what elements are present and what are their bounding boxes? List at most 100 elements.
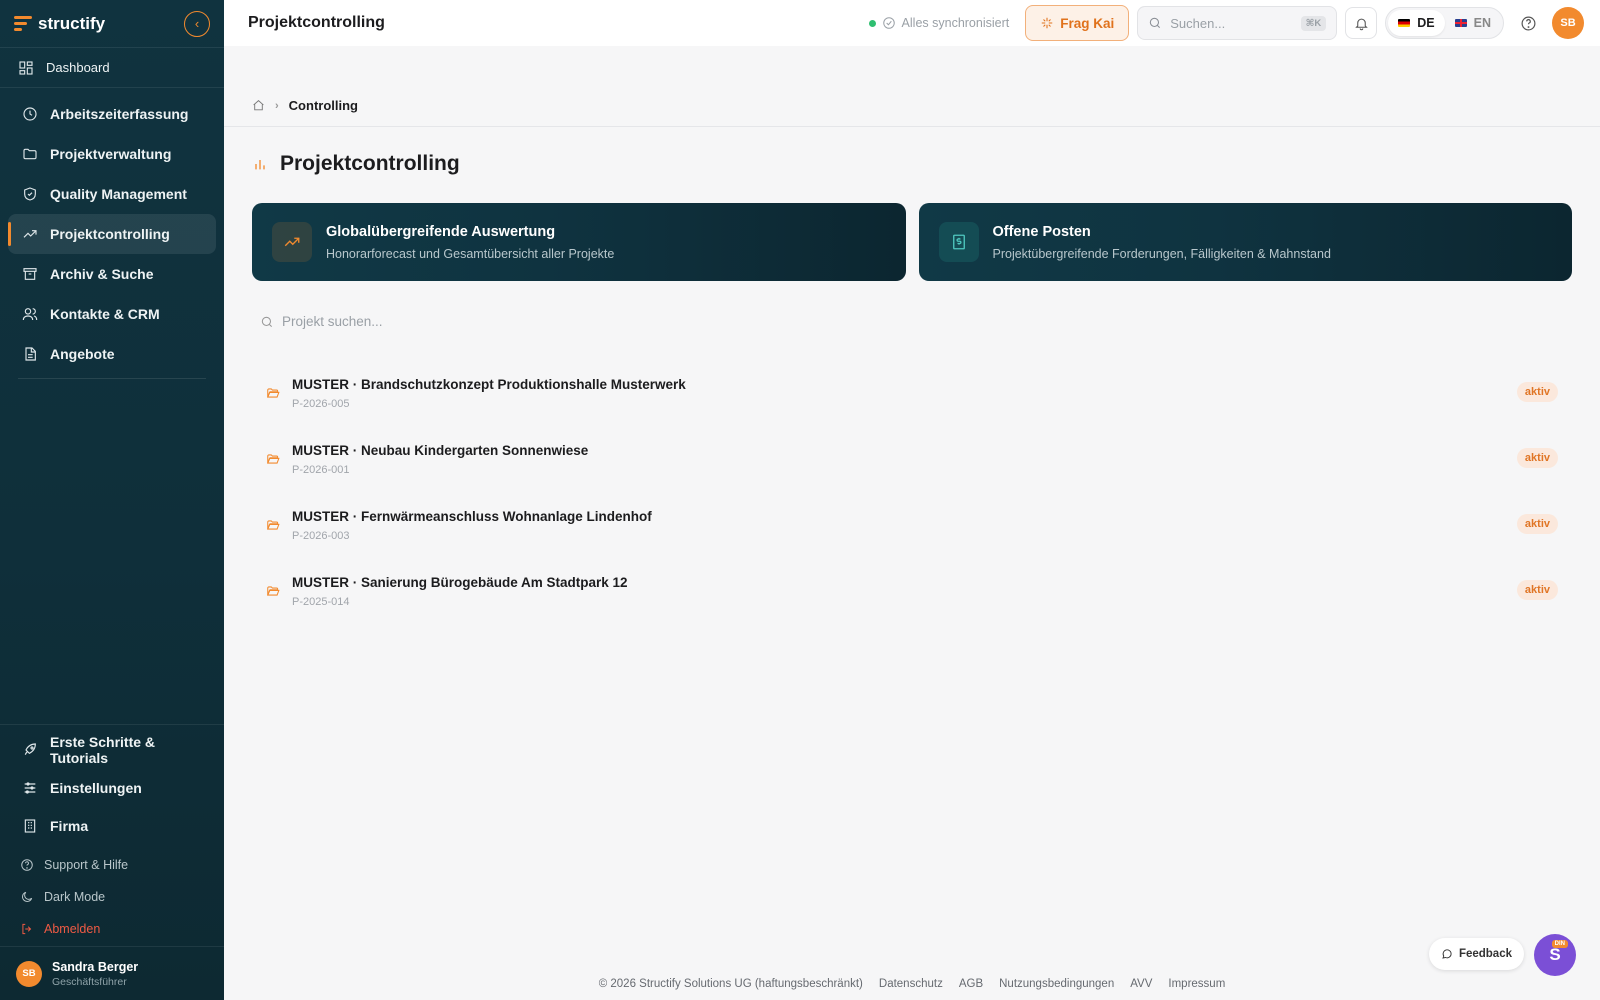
assistant-letter: S	[1549, 945, 1561, 964]
support-label: Support & Hilfe	[44, 858, 129, 872]
home-icon[interactable]	[252, 99, 265, 112]
project-name: MUSTER · Neubau Kindergarten Sonnenwiese	[292, 442, 589, 458]
sidebar-item-archiv-suche[interactable]: Archiv & Suche	[8, 254, 216, 294]
search-placeholder: Suchen...	[1170, 15, 1226, 31]
sidebar-item-label: Arbeitszeiterfassung	[50, 106, 189, 122]
copyright: © 2026 Structify Solutions UG (haftungsb…	[598, 978, 863, 990]
user-avatar-button[interactable]: SB	[1552, 7, 1584, 39]
sidebar-item-label: Projektverwaltung	[50, 146, 172, 162]
project-name: MUSTER · Sanierung Bürogebäude Am Stadtp…	[292, 574, 628, 590]
sidebar-item-tutorials[interactable]: Erste Schritte & Tutorials	[8, 731, 216, 769]
dark-mode-toggle[interactable]: Dark Mode	[8, 881, 216, 913]
feedback-button[interactable]: Feedback	[1428, 938, 1524, 970]
folder-open-icon	[266, 454, 280, 464]
card-icon-wrapper	[272, 222, 312, 262]
assistant-chat-button[interactable]: S DIN	[1534, 934, 1576, 976]
lang-de-button[interactable]: DE	[1388, 10, 1445, 36]
sidebar-item-projektcontrolling[interactable]: Projektcontrolling	[8, 214, 216, 254]
germany-flag-icon	[1398, 19, 1411, 27]
sidebar-item-angebote[interactable]: Angebote	[8, 334, 216, 374]
sidebar-item-label: Kontakte & CRM	[50, 306, 160, 322]
sidebar-item-arbeitszeiterfassung[interactable]: Arbeitszeiterfassung	[8, 94, 216, 134]
global-search-input[interactable]: Suchen... ⌘K	[1137, 6, 1338, 40]
chevron-left-icon: ‹	[194, 16, 200, 31]
breadcrumb-current: Controlling	[288, 98, 358, 113]
list-item[interactable]: MUSTER · Neubau Kindergarten Sonnenwiese…	[252, 426, 1572, 492]
card-subtitle: Honorarforecast und Gesamtübersicht alle…	[326, 246, 615, 261]
logo-mark-icon	[14, 16, 32, 31]
project-name: MUSTER · Brandschutzkonzept Produktionsh…	[292, 376, 686, 392]
project-id: P-2026-003	[292, 529, 350, 542]
help-button[interactable]	[1512, 7, 1544, 39]
sidebar-item-projektverwaltung[interactable]: Projektverwaltung	[8, 134, 216, 174]
sidebar-bottom: Erste Schritte & Tutorials Einstellungen…	[0, 724, 224, 945]
logout-icon	[22, 923, 32, 935]
folder-open-icon	[266, 586, 280, 596]
search-icon	[261, 316, 273, 327]
project-search-placeholder: Projekt suchen...	[282, 314, 383, 329]
sidebar: structify ‹ Dashboard Arbeitszeiterfassu…	[0, 0, 224, 1000]
sidebar-item-quality-management[interactable]: Quality Management	[8, 174, 216, 214]
status-badge: aktiv	[1516, 382, 1558, 402]
sidebar-nav: Arbeitszeiterfassung Projektverwaltung Q…	[0, 88, 224, 379]
frag-kai-label: Frag Kai	[1060, 15, 1115, 31]
collapse-sidebar-button[interactable]: ‹	[184, 10, 210, 37]
user-name: Sandra Berger	[52, 959, 139, 974]
card-open-items[interactable]: Offene Posten Projektübergreifende Forde…	[918, 203, 1572, 281]
sidebar-item-label: Projektcontrolling	[50, 226, 170, 242]
status-dot	[868, 19, 876, 27]
folder-open-icon	[266, 388, 280, 398]
list-item[interactable]: MUSTER · Fernwärmeanschluss Wohnanlage L…	[252, 492, 1572, 558]
building-icon	[24, 819, 36, 833]
status-badge: aktiv	[1516, 448, 1558, 468]
sidebar-item-dashboard[interactable]: Dashboard	[0, 48, 224, 88]
sidebar-item-kontakte-crm[interactable]: Kontakte & CRM	[8, 294, 216, 334]
breadcrumb: › Controlling	[252, 98, 358, 113]
document-icon	[25, 347, 36, 361]
trending-up-icon	[284, 237, 300, 247]
logout-button[interactable]: Abmelden	[8, 913, 216, 945]
check-circle-icon	[882, 17, 895, 29]
page-title: Projektcontrolling	[280, 152, 460, 175]
lang-en-button[interactable]: EN	[1445, 10, 1501, 36]
project-search-input[interactable]: Projekt suchen...	[260, 314, 760, 329]
topbar-title: Projektcontrolling	[248, 14, 385, 31]
receipt-dollar-icon	[952, 234, 965, 250]
feedback-label: Feedback	[1458, 948, 1512, 960]
search-icon	[1150, 17, 1161, 29]
sidebar-item-firma[interactable]: Firma	[8, 807, 216, 845]
card-global-evaluation[interactable]: Globalübergreifende Auswertung Honorarfo…	[252, 203, 906, 281]
folder-open-icon	[266, 520, 280, 530]
footer-link-datenschutz[interactable]: Datenschutz	[879, 978, 943, 990]
support-link[interactable]: Support & Hilfe	[8, 849, 216, 881]
breadcrumb-divider	[224, 126, 1600, 127]
user-profile[interactable]: SB Sandra Berger Geschäftsführer	[0, 946, 224, 1000]
project-id: P-2025-014	[292, 595, 350, 608]
logo[interactable]: structify	[14, 14, 105, 34]
status-badge: aktiv	[1516, 580, 1558, 600]
grid-icon	[19, 60, 33, 75]
language-switcher: DE EN	[1385, 7, 1504, 39]
card-icon-wrapper	[938, 222, 979, 262]
footer-link-agb[interactable]: AGB	[959, 978, 983, 990]
footer: © 2026 Structify Solutions UG (haftungsb…	[224, 978, 1600, 990]
footer-link-nutzungsbedingungen[interactable]: Nutzungsbedingungen	[999, 978, 1114, 990]
card-title: Globalübergreifende Auswertung	[326, 223, 556, 240]
card-title: Offene Posten	[992, 223, 1091, 240]
avatar: SB	[16, 960, 42, 987]
archive-icon	[23, 268, 37, 280]
footer-link-avv[interactable]: AVV	[1130, 978, 1152, 990]
notifications-button[interactable]	[1345, 7, 1378, 39]
help-circle-icon	[1521, 16, 1535, 30]
list-item[interactable]: MUSTER · Sanierung Bürogebäude Am Stadtp…	[252, 558, 1572, 624]
sidebar-item-einstellungen[interactable]: Einstellungen	[8, 769, 216, 807]
project-name: MUSTER · Fernwärmeanschluss Wohnanlage L…	[292, 508, 652, 524]
footer-link-impressum[interactable]: Impressum	[1168, 978, 1225, 990]
users-icon	[22, 308, 38, 321]
list-item[interactable]: MUSTER · Brandschutzkonzept Produktionsh…	[252, 360, 1572, 426]
frag-kai-button[interactable]: Frag Kai	[1025, 5, 1130, 41]
trending-up-icon	[23, 230, 37, 238]
shield-check-icon	[24, 187, 36, 201]
sidebar-header: structify ‹	[0, 0, 224, 48]
folder-icon	[23, 148, 37, 160]
